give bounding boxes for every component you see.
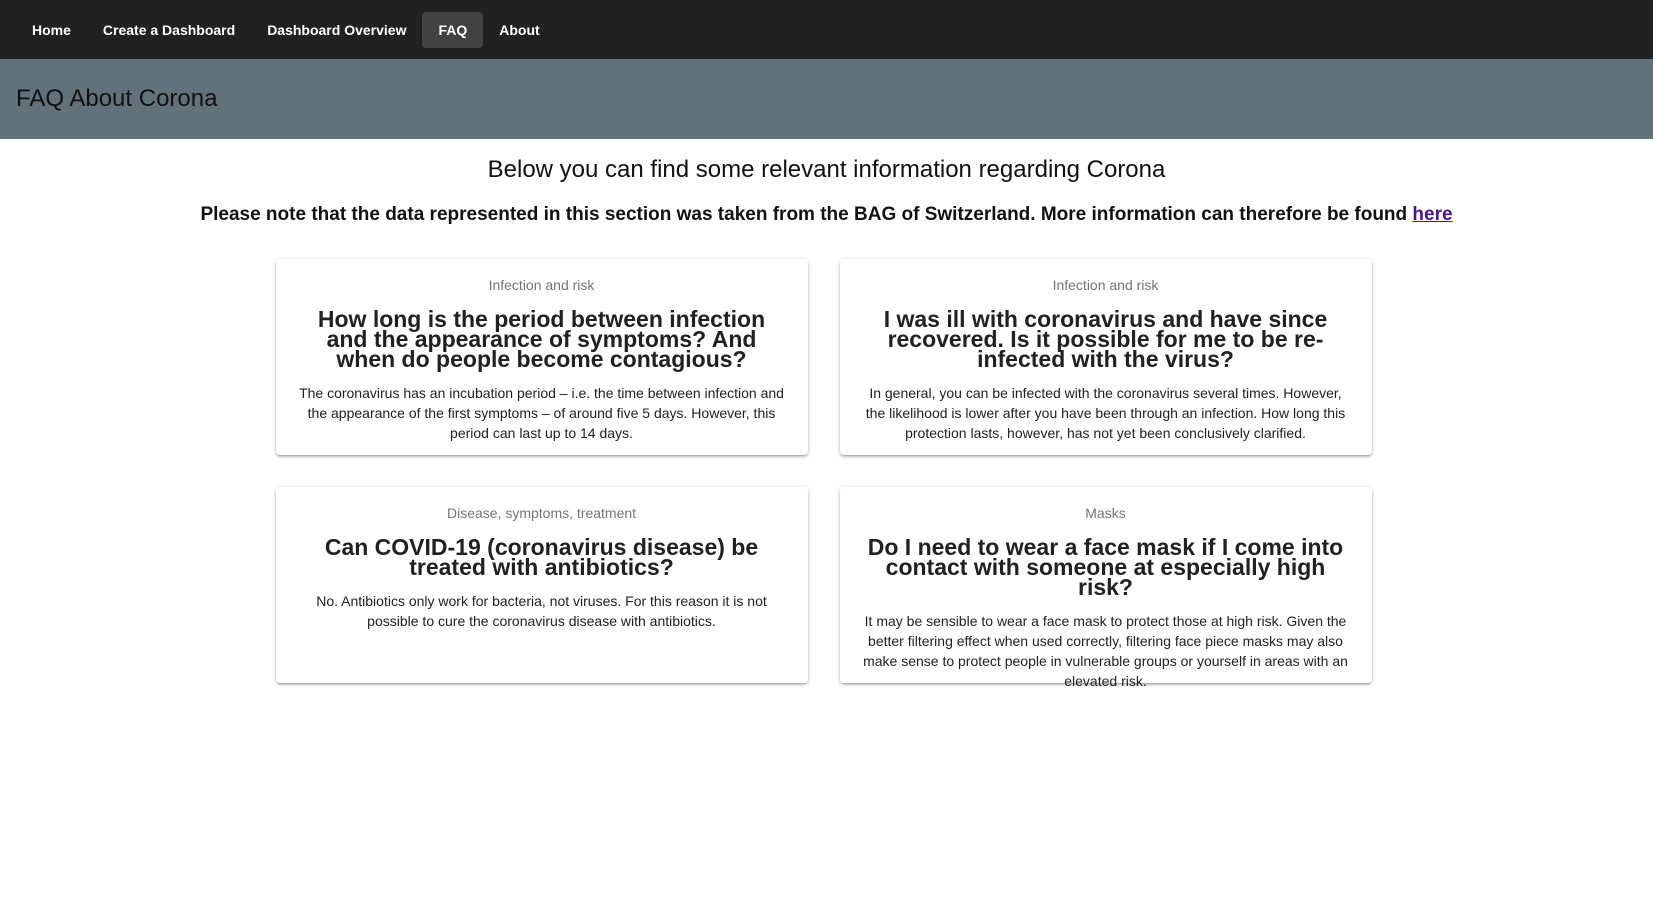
faq-answer: The coronavirus has an incubation period…	[299, 385, 784, 441]
top-navbar: Home Create a Dashboard Dashboard Overvi…	[0, 0, 1653, 59]
nav-about[interactable]: About	[483, 12, 555, 48]
faq-question: I was ill with coronavirus and have sinc…	[883, 306, 1328, 372]
page-header: FAQ About Corona	[0, 59, 1653, 139]
faq-answer: It may be sensible to wear a face mask t…	[863, 613, 1348, 689]
faq-card: Disease, symptoms, treatment Can COVID-1…	[275, 487, 808, 683]
faq-category: Disease, symptoms, treatment	[446, 505, 637, 521]
nav-create-dashboard[interactable]: Create a Dashboard	[87, 12, 251, 48]
nav-home[interactable]: Home	[16, 12, 87, 48]
faq-category: Infection and risk	[488, 277, 595, 293]
faq-answer: No. Antibiotics only work for bacteria, …	[316, 593, 767, 629]
source-note: Please note that the data represented in…	[0, 204, 1653, 226]
source-note-text: Please note that the data represented in…	[200, 204, 1413, 225]
nav-faq[interactable]: FAQ	[422, 11, 484, 48]
page-title: FAQ About Corona	[16, 85, 218, 112]
faq-question: Can COVID-19 (coronavirus disease) be tr…	[324, 534, 759, 580]
faq-card: Infection and risk I was ill with corona…	[839, 259, 1372, 455]
faq-card: Masks Do I need to wear a face mask if I…	[839, 487, 1372, 689]
faq-card-grid: Infection and risk How long is the perio…	[275, 259, 1384, 689]
faq-question: How long is the period between infection…	[317, 306, 766, 372]
source-link[interactable]: here	[1412, 204, 1452, 225]
faq-answer: In general, you can be infected with the…	[865, 385, 1346, 441]
faq-category: Masks	[1085, 505, 1126, 521]
nav-dashboard-overview[interactable]: Dashboard Overview	[251, 12, 422, 48]
faq-question: Do I need to wear a face mask if I come …	[867, 534, 1344, 600]
faq-category: Infection and risk	[1052, 277, 1159, 293]
faq-card: Infection and risk How long is the perio…	[275, 259, 808, 455]
intro-heading: Below you can find some relevant informa…	[487, 156, 1166, 183]
